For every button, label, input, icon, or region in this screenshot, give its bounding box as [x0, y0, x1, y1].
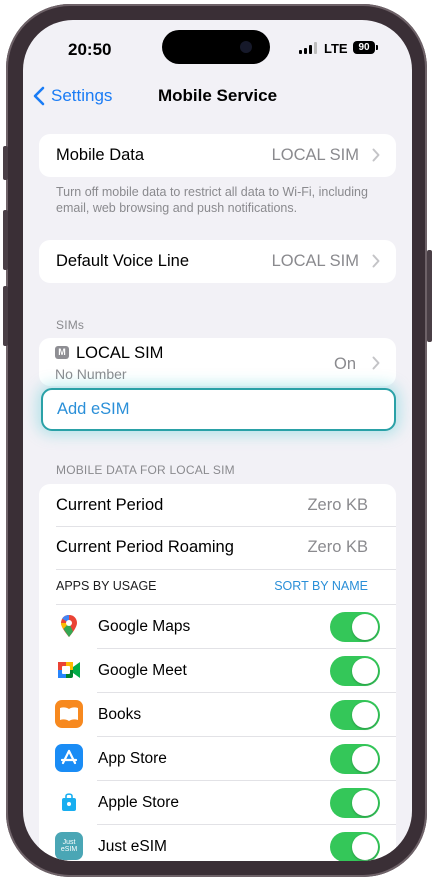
add-esim-label: Add eSIM [57, 400, 130, 418]
app-name: Just eSIM [98, 838, 167, 855]
mobile-data-label: Mobile Data [56, 146, 145, 164]
volume-up-button [3, 210, 8, 270]
mobile-data-row[interactable]: Mobile Data LOCAL SIM [39, 134, 396, 177]
default-voice-value: LOCAL SIM [271, 252, 359, 270]
mobile-data-value: LOCAL SIM [271, 146, 359, 164]
battery-tip [376, 45, 378, 50]
sim-number: No Number [55, 366, 127, 382]
screen: 20:50 LTE 90 Settings Mobile Service Mob… [23, 20, 412, 861]
apple-store-icon [55, 788, 83, 816]
status-time: 20:50 [68, 40, 112, 59]
app-row-apple-store: Apple Store [39, 781, 396, 824]
sim-status: On [333, 355, 356, 373]
app-name: Google Maps [98, 618, 191, 635]
current-period-roaming-label: Current Period Roaming [56, 538, 234, 556]
google-meet-icon [55, 656, 83, 684]
signal-icon [299, 42, 319, 54]
usage-section-header: MOBILE DATA FOR LOCAL SIM [56, 463, 235, 477]
apps-by-usage-header: APPS BY USAGE [56, 579, 157, 593]
page-title: Mobile Service [157, 86, 278, 105]
just-esim-icon: Just eSIM [55, 832, 83, 860]
app-toggle-just-esim[interactable] [330, 832, 380, 861]
chevron-right-icon [372, 148, 380, 162]
dynamic-island [162, 30, 270, 64]
app-toggle-app-store[interactable] [330, 744, 380, 774]
books-icon [55, 700, 83, 728]
mobile-data-card: Mobile Data LOCAL SIM [39, 134, 396, 177]
chevron-right-icon [372, 254, 380, 268]
battery-icon: 90 [353, 41, 375, 54]
side-button [427, 250, 432, 342]
app-name: Books [98, 706, 142, 723]
app-row-google-maps: Google Maps [39, 605, 396, 648]
volume-down-button [3, 286, 8, 346]
app-row-books: Books [39, 693, 396, 736]
current-period-value: Zero KB [307, 496, 368, 514]
chevron-right-icon [372, 356, 380, 370]
current-period-row: Current Period Zero KB [39, 484, 396, 527]
sim-label-badge: M [55, 346, 69, 359]
current-period-roaming-value: Zero KB [307, 538, 368, 556]
current-period-roaming-row: Current Period Roaming Zero KB [39, 526, 396, 569]
sim-name: LOCAL SIM [76, 344, 164, 362]
app-row-just-esim: Just eSIM Just eSIM [39, 825, 396, 861]
sort-by-name-button[interactable]: SORT BY NAME [274, 579, 368, 593]
app-toggle-google-meet[interactable] [330, 656, 380, 686]
app-store-icon [55, 744, 83, 772]
default-voice-row[interactable]: Default Voice Line LOCAL SIM [39, 240, 396, 283]
camera-icon [240, 41, 252, 53]
app-toggle-google-maps[interactable] [330, 612, 380, 642]
app-row-app-store: App Store [39, 737, 396, 780]
app-name: Google Meet [98, 662, 187, 679]
current-period-label: Current Period [56, 496, 164, 514]
navigation-bar: Settings Mobile Service [23, 78, 412, 118]
usage-card: Current Period Zero KB Current Period Ro… [39, 484, 396, 861]
silent-switch [3, 146, 8, 180]
google-maps-icon [55, 612, 83, 640]
default-voice-label: Default Voice Line [56, 252, 190, 270]
app-toggle-apple-store[interactable] [330, 788, 380, 818]
default-voice-card: Default Voice Line LOCAL SIM [39, 240, 396, 283]
status-bar: 20:50 LTE 90 [23, 20, 412, 78]
sims-section-header: SIMs [56, 318, 85, 332]
add-esim-button[interactable]: Add eSIM [41, 388, 396, 431]
divider [56, 569, 396, 570]
app-name: App Store [98, 750, 167, 767]
local-sim-row[interactable]: M LOCAL SIM No Number On [39, 338, 396, 386]
mobile-data-footnote: Turn off mobile data to restrict all dat… [56, 185, 368, 215]
network-type: LTE [324, 41, 348, 56]
app-row-google-meet: Google Meet [39, 649, 396, 692]
app-toggle-books[interactable] [330, 700, 380, 730]
app-name: Apple Store [98, 794, 179, 811]
